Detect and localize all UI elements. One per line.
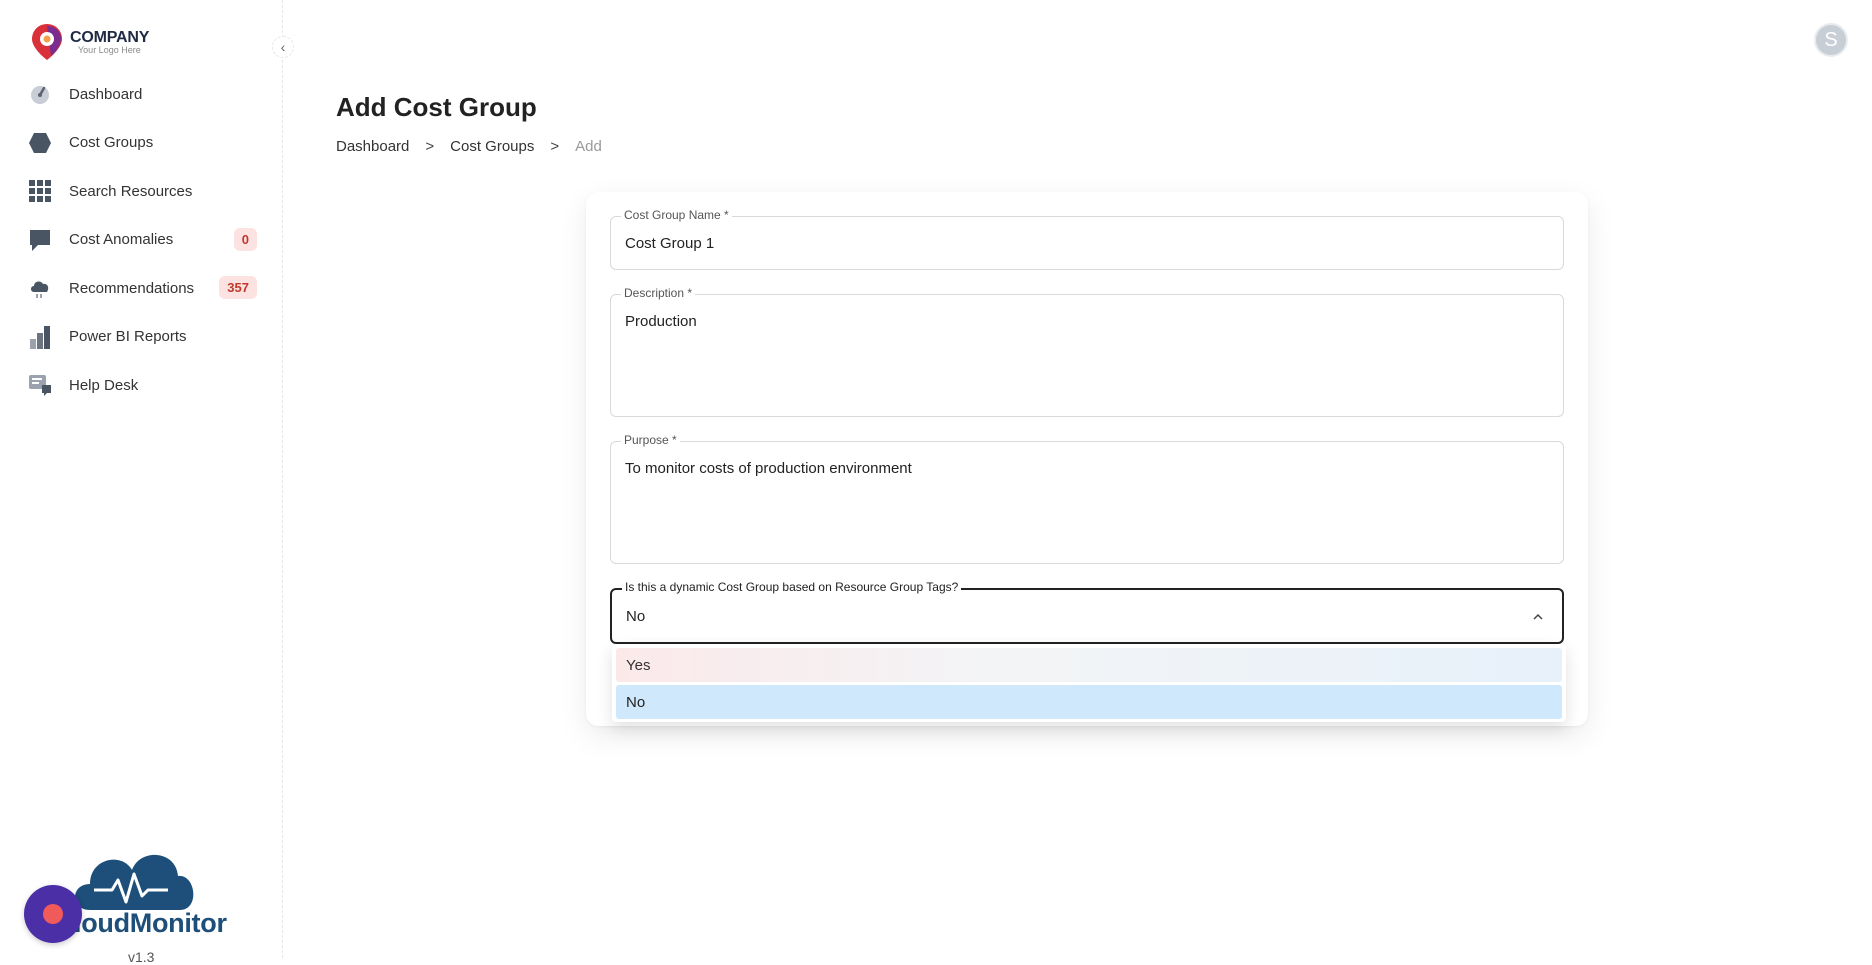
dynamic-cost-group-value: No [626,608,646,625]
chevron-left-icon: ‹ [280,39,286,55]
sidebar-item-label: Power BI Reports [69,328,187,346]
description-field[interactable]: Description * Production [610,286,1564,417]
description-label: Description * [621,286,696,300]
cost-group-name-field[interactable]: Cost Group Name * Cost Group 1 [610,208,1564,270]
breadcrumb-separator: > [550,138,560,155]
collapse-sidebar-button[interactable]: ‹ [272,36,294,58]
cloud-icon [28,276,52,300]
bar-chart-icon [28,325,52,349]
sidebar: COMPANY Your Logo Here Dashboard Cost Gr… [0,0,283,965]
help-desk-icon [28,373,52,397]
breadcrumb-cost-groups-link[interactable]: Cost Groups [450,138,534,155]
page-title: Add Cost Group [336,92,537,122]
purpose-value: To monitor costs of production environme… [625,460,912,477]
sidebar-item-cost-groups[interactable]: Cost Groups [0,119,283,168]
record-button[interactable] [24,885,82,943]
sidebar-item-label: Search Resources [69,182,193,200]
hexagon-icon [28,131,52,155]
sidebar-item-label: Dashboard [69,85,143,103]
cost-group-name-value: Cost Group 1 [625,235,715,252]
sidebar-nav: Dashboard Cost Groups Search Resources C… [0,70,283,410]
purpose-field[interactable]: Purpose * To monitor costs of production… [610,433,1564,564]
dynamic-cost-group-label: Is this a dynamic Cost Group based on Re… [622,580,962,594]
sidebar-item-label: Recommendations [69,279,195,297]
sidebar-item-label: Cost Anomalies [69,231,174,249]
dropdown-option-no[interactable]: No [616,685,1562,719]
breadcrumb: Dashboard > Cost Groups > Add [336,138,602,155]
gauge-icon [28,82,52,106]
sidebar-item-recommendations[interactable]: Recommendations 357 [0,264,283,313]
company-logo[interactable]: COMPANY Your Logo Here [30,22,149,62]
anomalies-count-badge: 0 [233,227,257,251]
dynamic-options-dropdown: Yes No [612,644,1566,722]
user-avatar[interactable]: S [1814,23,1848,57]
breadcrumb-dashboard-link[interactable]: Dashboard [336,138,409,155]
sidebar-item-help-desk[interactable]: Help Desk [0,361,283,410]
dropdown-option-yes[interactable]: Yes [616,648,1562,682]
breadcrumb-current: Add [575,138,602,155]
purpose-label: Purpose * [621,433,680,447]
record-dot-icon [43,904,63,924]
sidebar-item-search-resources[interactable]: Search Resources [0,167,283,216]
grid-icon [28,179,52,203]
cost-group-name-label: Cost Group Name * [621,208,732,222]
chat-icon [28,228,52,252]
version-label: v1.3 [128,949,155,965]
sidebar-item-label: Help Desk [69,376,139,394]
description-value: Production [625,313,697,330]
breadcrumb-separator: > [425,138,435,155]
map-pin-logo-icon [30,22,64,62]
dynamic-cost-group-select[interactable]: Is this a dynamic Cost Group based on Re… [610,580,1564,644]
sidebar-item-dashboard[interactable]: Dashboard [0,70,283,119]
sidebar-item-power-bi-reports[interactable]: Power BI Reports [0,313,283,362]
sidebar-item-cost-anomalies[interactable]: Cost Anomalies 0 [0,216,283,265]
brand-name: loudMonitor [74,908,227,938]
recommendations-count-badge: 357 [219,276,257,299]
logo-subtitle: Your Logo Here [78,45,141,55]
chevron-up-icon [1532,610,1544,622]
sidebar-item-label: Cost Groups [69,134,154,152]
